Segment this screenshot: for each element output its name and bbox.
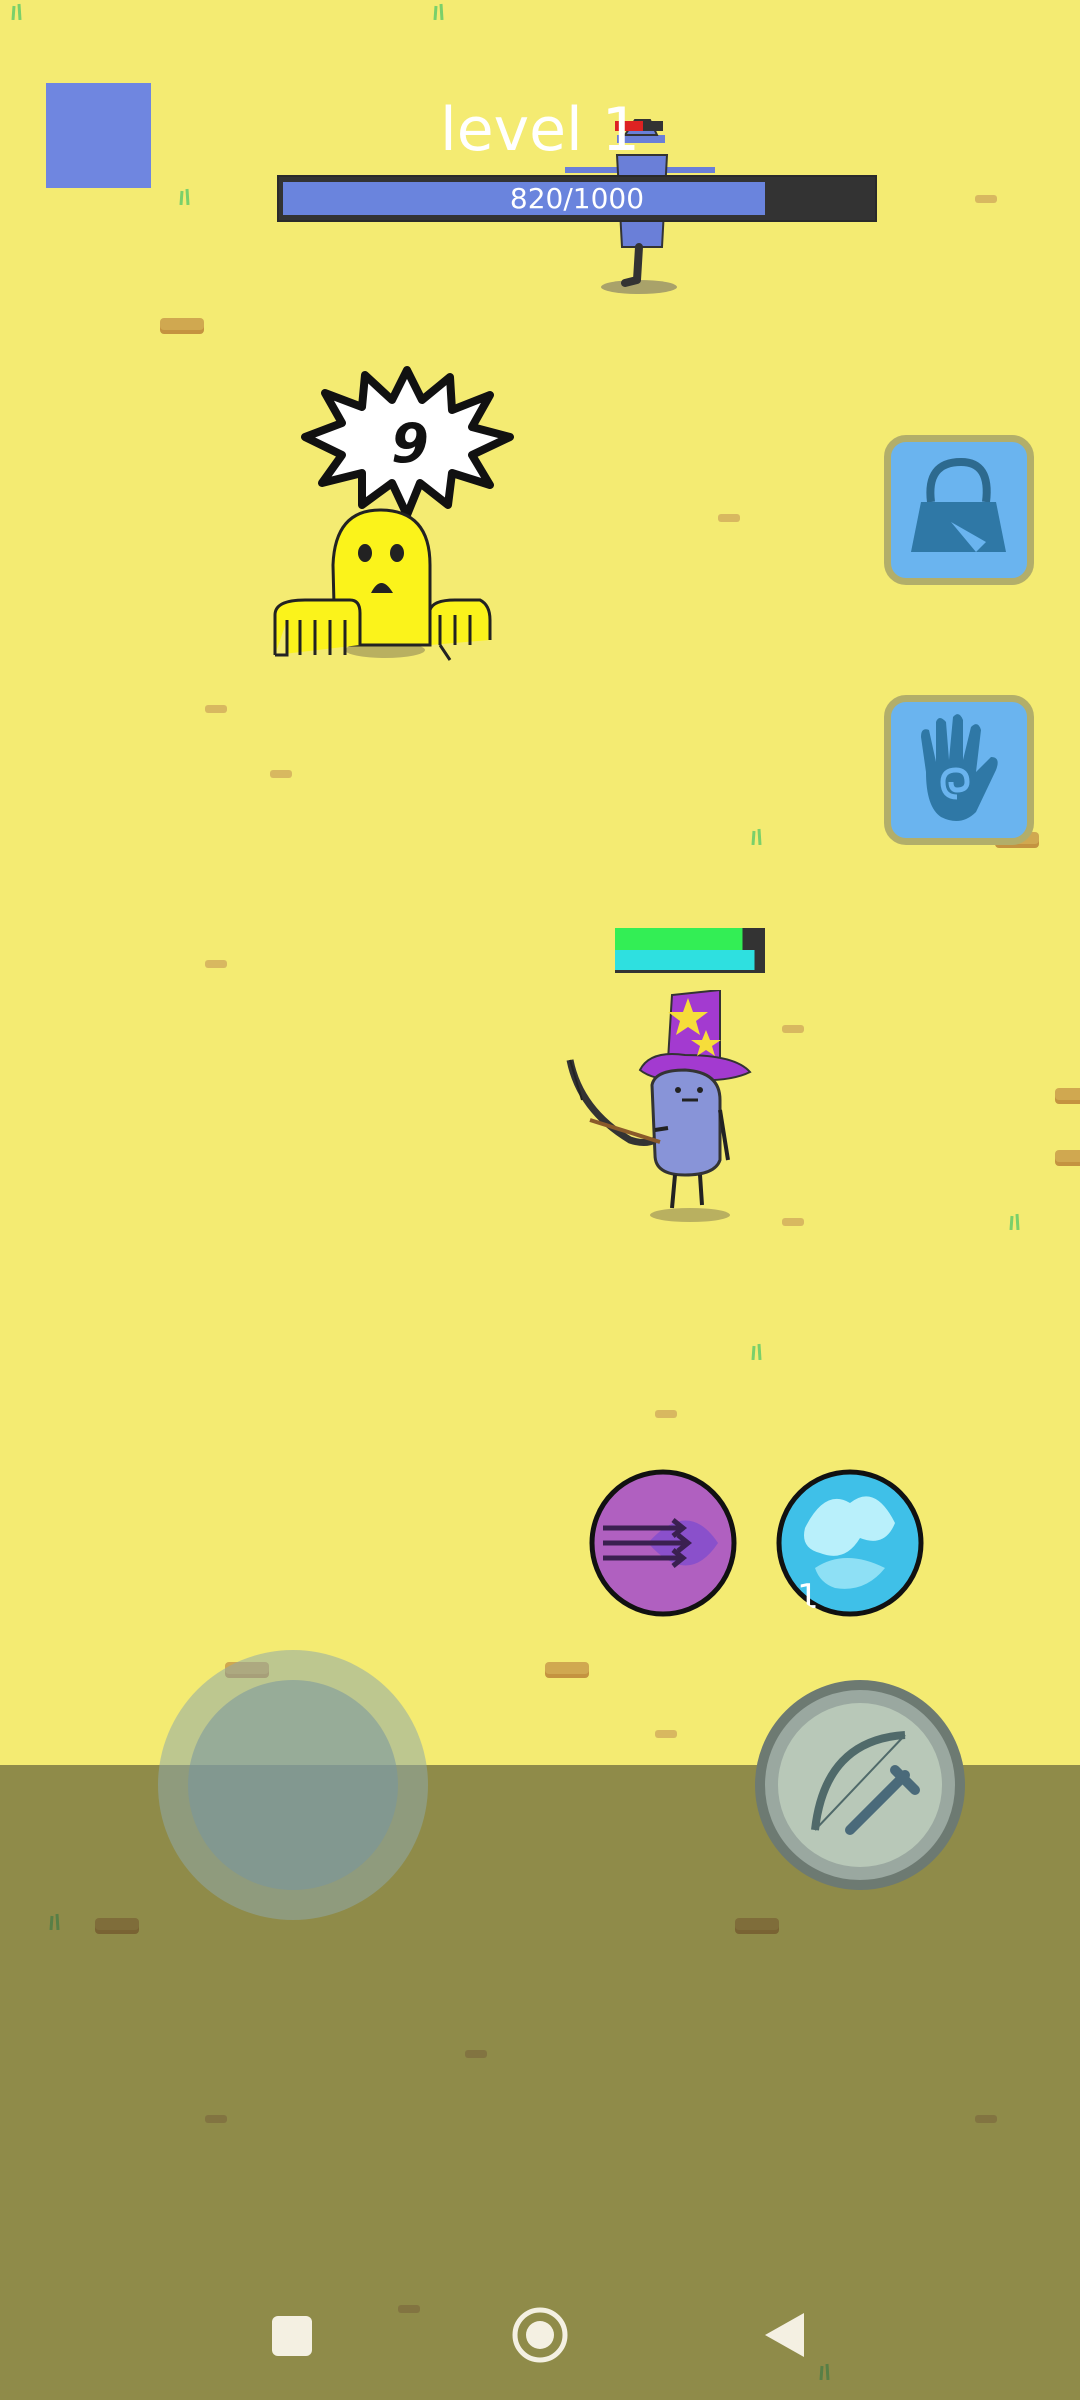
- arrow-dash-icon: [603, 1518, 693, 1568]
- nav-back-button[interactable]: [760, 2308, 810, 2362]
- nav-recents-button[interactable]: [272, 2316, 312, 2356]
- pebble: [655, 1410, 677, 1418]
- skill-cooldown-label: 1: [797, 1577, 819, 1617]
- health-bar: [615, 928, 743, 950]
- xp-text: 820/1000: [509, 182, 645, 215]
- pebble: [205, 960, 227, 968]
- mana-bar: [615, 950, 755, 970]
- ghost-enemy[interactable]: [265, 505, 495, 670]
- straw-bundle: [160, 318, 204, 330]
- pebble: [655, 1730, 677, 1738]
- joystick-thumb[interactable]: [188, 1680, 398, 1890]
- pebble: [782, 1218, 804, 1226]
- grass-tuft: [1009, 1213, 1020, 1230]
- pebble: [975, 195, 997, 203]
- grass-tuft: [179, 188, 190, 205]
- nav-home-button[interactable]: [510, 2305, 570, 2365]
- water-skill-button[interactable]: 1: [775, 1468, 925, 1618]
- dash-skill-button[interactable]: [588, 1468, 738, 1618]
- damage-number: 9: [391, 412, 429, 475]
- spell-button[interactable]: [884, 695, 1034, 845]
- straw-bundle: [1055, 1088, 1080, 1100]
- pebble: [270, 770, 292, 778]
- pebble: [205, 705, 227, 713]
- spiral-hand-icon: [921, 714, 998, 821]
- attack-button[interactable]: [755, 1680, 965, 1890]
- straw-bundle: [1055, 1150, 1080, 1162]
- straw-bundle: [545, 1662, 589, 1674]
- pebble: [782, 1025, 804, 1033]
- level-label: level 1: [440, 95, 640, 165]
- grass-tuft: [433, 3, 444, 20]
- grass-tuft: [751, 828, 762, 845]
- bag-icon: [911, 457, 1006, 552]
- grass-tuft: [11, 3, 22, 20]
- xp-bar: 820/1000: [277, 175, 877, 222]
- grass-tuft: [751, 1343, 762, 1360]
- player-bars: [615, 928, 765, 973]
- inventory-button[interactable]: [884, 435, 1034, 585]
- pebble: [718, 514, 740, 522]
- wizard-player: [566, 990, 752, 1222]
